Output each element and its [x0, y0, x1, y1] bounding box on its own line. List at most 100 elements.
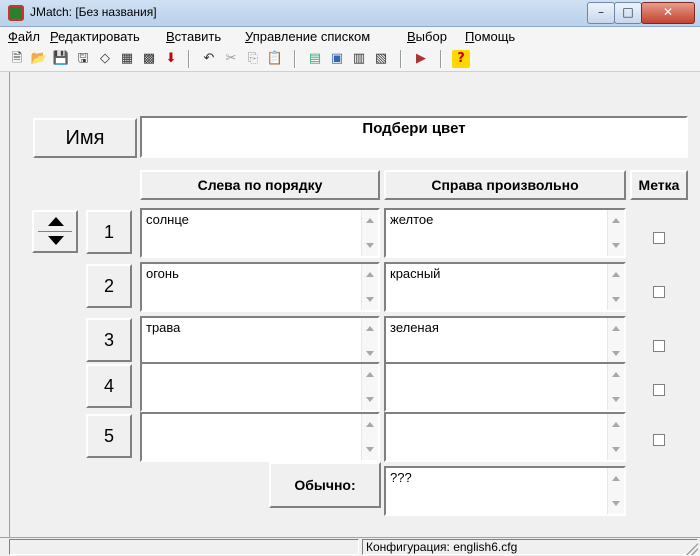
save-as-icon[interactable]: 🖫 — [74, 50, 92, 68]
web-export-2-icon[interactable]: ▩ — [140, 50, 158, 68]
fix-checkbox[interactable] — [653, 434, 665, 446]
maximize-button[interactable]: □ — [614, 2, 642, 24]
scrollbar[interactable] — [361, 364, 378, 410]
row-number[interactable]: 5 — [86, 414, 132, 458]
fix-checkbox[interactable] — [653, 384, 665, 396]
right-item-text: красный — [390, 266, 441, 281]
scroll-down-icon[interactable] — [366, 351, 374, 356]
undo-icon[interactable]: ↶ — [200, 50, 218, 68]
eraser-icon[interactable]: ◇ — [96, 50, 114, 68]
toolbar-separator — [440, 50, 442, 68]
exercise-title-field[interactable]: Подбери цвет — [140, 116, 688, 158]
scroll-down-icon[interactable] — [366, 297, 374, 302]
scroll-down-icon[interactable] — [612, 397, 620, 402]
scroll-up-icon[interactable] — [612, 476, 620, 481]
scrollbar[interactable] — [361, 318, 378, 364]
scroll-up-icon[interactable] — [612, 272, 620, 277]
left-item-field[interactable]: трава — [140, 316, 380, 366]
menu-insert[interactable]: Вставить — [166, 29, 221, 44]
status-config: Конфигурация: english6.cfg — [362, 539, 698, 555]
save-icon[interactable]: 💾 — [52, 50, 70, 68]
tool-1-icon[interactable]: ▤ — [306, 50, 324, 68]
scroll-up-icon[interactable] — [366, 422, 374, 427]
left-item-field[interactable] — [140, 362, 380, 412]
default-button[interactable]: Обычно: — [269, 462, 381, 508]
scroll-up-icon[interactable] — [366, 218, 374, 223]
menu-file[interactable]: Файл — [8, 29, 40, 44]
default-distractor-field[interactable]: ??? — [384, 466, 626, 516]
scroll-up-icon[interactable] — [612, 422, 620, 427]
name-button[interactable]: Имя — [33, 118, 137, 158]
right-item-field[interactable]: зеленая — [384, 316, 626, 366]
resize-grip-icon[interactable] — [686, 543, 698, 555]
copy-icon[interactable]: ⎘ — [244, 50, 262, 68]
config-icon[interactable]: ▶ — [412, 50, 430, 68]
scroll-down-icon[interactable] — [612, 297, 620, 302]
open-icon[interactable]: 📂 — [30, 50, 48, 68]
status-pane-main — [9, 539, 359, 555]
fix-checkbox[interactable] — [653, 232, 665, 244]
scrollbar[interactable] — [361, 210, 378, 256]
scroll-up-icon[interactable] — [366, 272, 374, 277]
right-item-field[interactable]: желтое — [384, 208, 626, 258]
title-bar[interactable]: JMatch: [Без названия] – □ ✕ — [0, 0, 700, 27]
row-number[interactable]: 2 — [86, 264, 132, 308]
scroll-up-icon[interactable] — [612, 372, 620, 377]
scrollbar[interactable] — [607, 468, 624, 514]
app-icon[interactable] — [8, 5, 24, 21]
scroll-down-icon[interactable] — [612, 243, 620, 248]
minimize-button[interactable]: – — [587, 2, 615, 24]
row-number[interactable]: 1 — [86, 210, 132, 254]
move-down-icon[interactable] — [48, 236, 64, 245]
close-button[interactable]: ✕ — [641, 2, 695, 24]
right-item-field[interactable] — [384, 412, 626, 462]
move-up-icon[interactable] — [48, 217, 64, 226]
reorder-arrows — [32, 210, 78, 253]
row-number[interactable]: 3 — [86, 318, 132, 362]
scroll-down-icon[interactable] — [366, 447, 374, 452]
scrollbar[interactable] — [607, 414, 624, 460]
menu-help[interactable]: Помощь — [465, 29, 515, 44]
app-window: JMatch: [Без названия] – □ ✕ Файл Редакт… — [0, 0, 700, 556]
scrollbar[interactable] — [607, 318, 624, 364]
left-item-text: трава — [146, 320, 181, 335]
scroll-down-icon[interactable] — [366, 243, 374, 248]
toolbar-separator — [294, 50, 296, 68]
scrollbar[interactable] — [607, 264, 624, 310]
left-item-field[interactable]: солнце — [140, 208, 380, 258]
paste-icon[interactable]: 📋 — [266, 50, 284, 68]
scroll-up-icon[interactable] — [612, 326, 620, 331]
menu-edit[interactable]: Редактировать — [50, 29, 140, 44]
cut-icon[interactable]: ✂ — [222, 50, 240, 68]
scroll-up-icon[interactable] — [366, 372, 374, 377]
right-item-field[interactable] — [384, 362, 626, 412]
left-item-text: огонь — [146, 266, 179, 281]
left-item-field[interactable]: огонь — [140, 262, 380, 312]
scroll-up-icon[interactable] — [366, 326, 374, 331]
tool-3-icon[interactable]: ▥ — [350, 50, 368, 68]
editor-area: Имя Подбери цвет Слева по порядку Справа… — [9, 72, 700, 537]
tool-4-icon[interactable]: ▧ — [372, 50, 390, 68]
scrollbar[interactable] — [607, 210, 624, 256]
scroll-down-icon[interactable] — [612, 501, 620, 506]
left-item-field[interactable] — [140, 412, 380, 462]
help-icon[interactable]: ? — [452, 50, 470, 68]
tool-2-icon[interactable]: ▣ — [328, 50, 346, 68]
right-item-field[interactable]: красный — [384, 262, 626, 312]
scroll-up-icon[interactable] — [612, 218, 620, 223]
scroll-down-icon[interactable] — [366, 397, 374, 402]
new-icon[interactable]: 🗎 — [8, 50, 26, 68]
left-item-text: солнце — [146, 212, 189, 227]
menu-select[interactable]: Выбор — [407, 29, 447, 44]
scrollbar[interactable] — [361, 264, 378, 310]
menu-list-management[interactable]: Управление списком — [245, 29, 370, 44]
scroll-down-icon[interactable] — [612, 351, 620, 356]
scroll-down-icon[interactable] — [612, 447, 620, 452]
fix-checkbox[interactable] — [653, 286, 665, 298]
row-number[interactable]: 4 — [86, 364, 132, 408]
scrollbar[interactable] — [361, 414, 378, 460]
fix-checkbox[interactable] — [653, 340, 665, 352]
web-export-icon[interactable]: ▦ — [118, 50, 136, 68]
scrollbar[interactable] — [607, 364, 624, 410]
drop-icon[interactable]: ⬇ — [162, 50, 180, 68]
